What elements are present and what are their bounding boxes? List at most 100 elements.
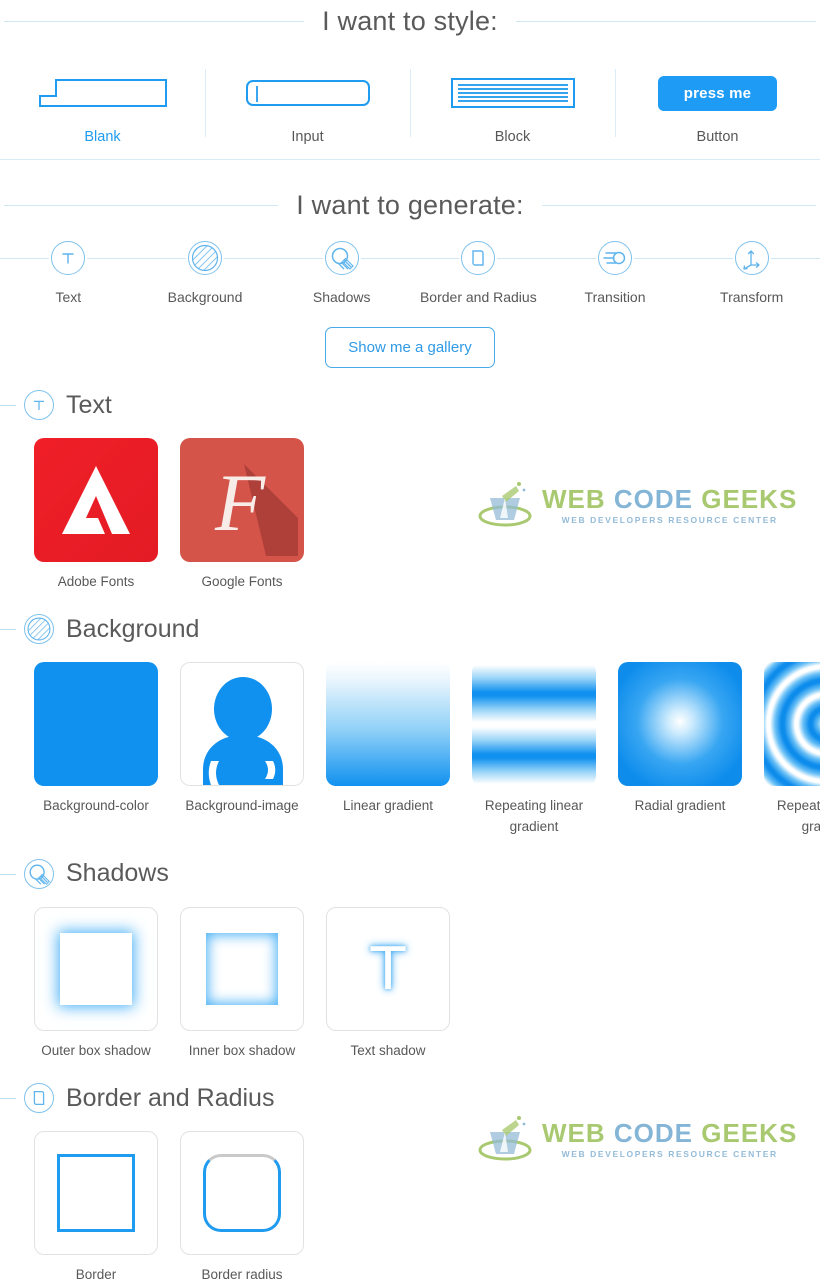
radial-gradient-swatch-icon — [618, 662, 742, 787]
card-text-shadow-label: Text shadow — [350, 1042, 426, 1058]
banner-rule-left — [4, 21, 305, 22]
inner-box-shadow-icon — [180, 906, 304, 1031]
card-border-radius[interactable]: Border radius — [180, 1131, 304, 1285]
style-option-button[interactable]: press me Button — [615, 65, 820, 149]
watermark-word-code: CODE — [613, 1117, 694, 1148]
card-background-image[interactable]: Background-image — [180, 662, 304, 837]
solid-color-swatch-icon — [34, 662, 158, 787]
style-option-input[interactable]: Input — [205, 65, 410, 149]
generate-option-text[interactable]: Text — [0, 239, 137, 305]
web-code-geeks-logo-icon — [478, 1116, 532, 1161]
generate-option-text-label: Text — [55, 289, 82, 305]
button-art: press me — [619, 71, 816, 115]
letter-t-icon — [51, 241, 86, 275]
watermark-text: WEB CODE GEEKS WEB DEVELOPERS RESOURCE C… — [542, 486, 797, 525]
card-background-color-label: Background-color — [43, 798, 149, 814]
google-fonts-logo-icon: F — [180, 438, 304, 562]
square-border-icon — [34, 1131, 158, 1255]
inner-shadow-square — [206, 932, 278, 1005]
generate-option-transform[interactable]: Transform — [683, 239, 820, 305]
blank-art — [4, 71, 201, 115]
gallery-button-wrap: Show me a gallery — [0, 327, 820, 368]
web-code-geeks-watermark: WEB CODE GEEKS WEB DEVELOPERS RESOURCE C… — [478, 476, 797, 534]
group-background-header: Background — [0, 614, 820, 645]
watermark-main: WEB CODE GEEKS — [542, 1120, 797, 1146]
block-line — [457, 84, 568, 86]
press-me-button[interactable]: press me — [657, 75, 778, 111]
card-adobe-fonts-label: Adobe Fonts — [57, 574, 135, 589]
watermark-tagline: WEB DEVELOPERS RESOURCE CENTER — [561, 514, 778, 525]
card-google-fonts[interactable]: F Google Fonts — [180, 438, 304, 592]
adobe-logo-icon — [34, 438, 158, 562]
generate-option-transform-label: Transform — [720, 289, 784, 305]
generate-section-banner: I want to generate: — [0, 190, 820, 221]
block-line — [457, 96, 568, 98]
watermark-word-web: WEB — [542, 1117, 606, 1148]
style-option-blank[interactable]: Blank — [0, 65, 205, 149]
square-border-shape — [57, 1154, 135, 1232]
block-line — [457, 92, 568, 94]
style-options-row: Blank Input Block press me Button — [0, 65, 820, 160]
generate-option-transition[interactable]: Transition — [546, 239, 684, 305]
axes-arrows-icon — [734, 241, 769, 275]
google-fonts-f-glyph: F — [180, 438, 304, 562]
generate-section: I want to generate: Text Background Shad… — [0, 190, 820, 368]
generate-transform-art — [683, 239, 820, 277]
style-section-title: I want to style: — [322, 6, 498, 36]
text-shadow-glyph: T — [369, 933, 407, 1003]
card-radial-gradient[interactable]: Radial gradient — [618, 662, 742, 837]
card-outer-box-shadow[interactable]: Outer box shadow — [34, 906, 158, 1061]
card-linear-gradient[interactable]: Linear gradient — [326, 662, 450, 837]
generate-option-background-label: Background — [167, 289, 243, 305]
card-repeating-linear-gradient[interactable]: Repeating linear gradient — [472, 662, 596, 837]
repeating-linear-gradient-swatch-icon — [472, 662, 596, 787]
group-shadows-cards: Outer box shadow Inner box shadow T Text… — [0, 906, 820, 1061]
card-repeating-radial-gradient-label: Repeating radial gradient — [776, 798, 820, 834]
group-border-radius-title: Border and Radius — [66, 1083, 275, 1112]
block-art — [414, 71, 611, 115]
show-gallery-button[interactable]: Show me a gallery — [325, 327, 495, 368]
generate-option-background[interactable]: Background — [136, 239, 274, 305]
card-radial-gradient-label: Radial gradient — [634, 798, 726, 814]
generate-background-art — [136, 239, 274, 277]
adobe-a-glyph — [34, 438, 158, 562]
text-shadow-icon: T — [326, 906, 450, 1031]
watermark-word-geeks: GEEKS — [701, 1117, 798, 1148]
motion-lines-icon — [598, 241, 633, 275]
linear-gradient-swatch-icon — [326, 662, 450, 787]
group-shadows-header: Shadows — [0, 858, 820, 889]
hatched-circle-icon — [24, 614, 54, 645]
card-background-color[interactable]: Background-color — [34, 662, 158, 837]
group-background-title: Background — [66, 614, 200, 643]
card-inner-box-shadow[interactable]: Inner box shadow — [180, 906, 304, 1061]
style-section-banner: I want to style: — [0, 6, 820, 37]
generate-option-transition-label: Transition — [584, 289, 646, 305]
rounded-border-icon — [180, 1131, 304, 1255]
watermark-text: WEB CODE GEEKS WEB DEVELOPERS RESOURCE C… — [542, 1120, 797, 1159]
card-text-shadow[interactable]: T Text shadow — [326, 906, 450, 1061]
card-repeating-radial-gradient[interactable]: Repeating radial gradient — [764, 662, 820, 837]
generate-option-shadows[interactable]: Shadows — [273, 239, 410, 305]
card-border[interactable]: Border — [34, 1131, 158, 1285]
card-linear-gradient-label: Linear gradient — [342, 798, 434, 814]
block-line — [457, 100, 568, 102]
person-silhouette-icon — [180, 662, 304, 787]
generate-text-art — [0, 239, 137, 277]
rounded-square-icon — [461, 241, 496, 275]
group-text-title: Text — [66, 390, 112, 419]
outer-shadow-square — [60, 932, 132, 1005]
hatched-circle-icon — [188, 241, 222, 275]
generate-shadows-art — [273, 239, 410, 277]
generate-option-border-radius[interactable]: Border and Radius — [410, 239, 547, 305]
style-option-button-label: Button — [696, 129, 739, 145]
style-option-block[interactable]: Block — [410, 65, 615, 149]
group-shadows-title: Shadows — [66, 859, 169, 888]
web-code-geeks-logo-icon — [478, 482, 532, 527]
group-text-header: Text — [0, 390, 820, 420]
input-art — [209, 71, 406, 115]
card-adobe-fonts[interactable]: Adobe Fonts — [34, 438, 158, 592]
group-border-radius-header: Border and Radius — [0, 1083, 820, 1113]
rounded-border-shape — [203, 1154, 281, 1232]
group-background-cards: Background-color Background-image Linear… — [0, 662, 820, 837]
watermark-main: WEB CODE GEEKS — [542, 486, 797, 512]
